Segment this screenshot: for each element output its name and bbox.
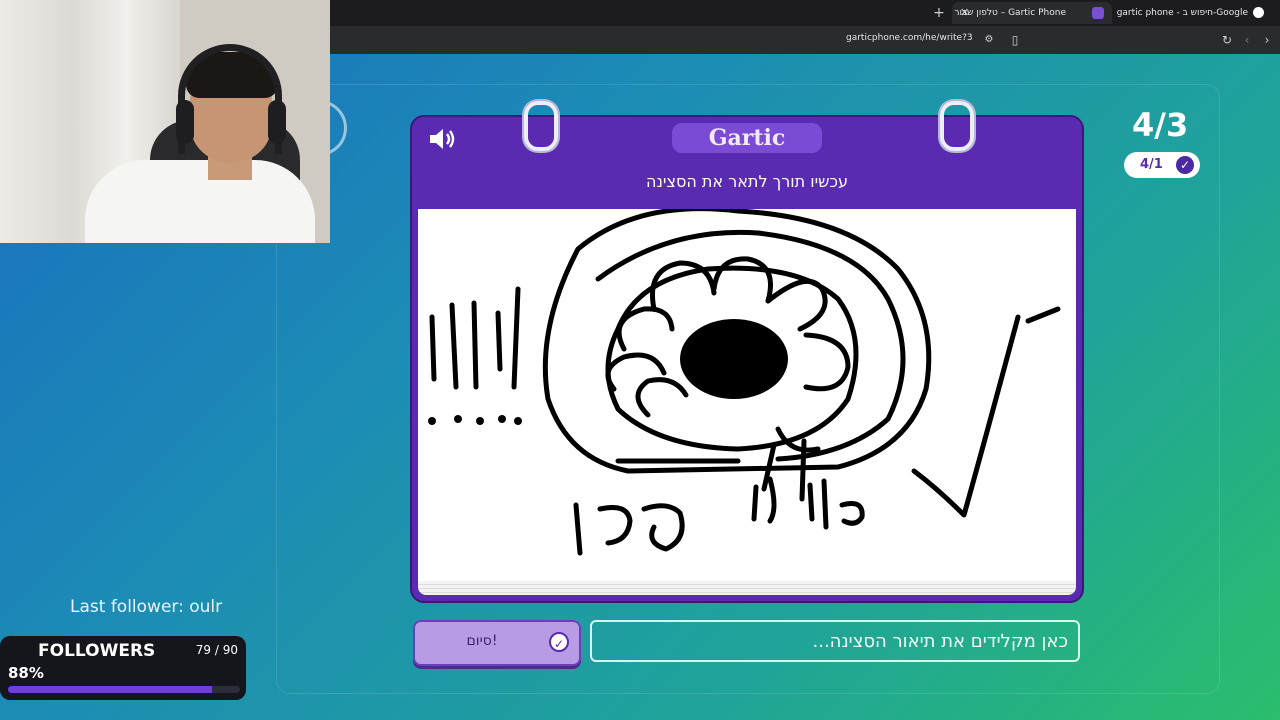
site-settings-icon[interactable]: ⚙	[982, 33, 996, 47]
notebook-page-edge	[418, 581, 1076, 595]
followers-count: 79 / 90	[195, 643, 238, 657]
tab-google-search[interactable]: gartic phone - חיפוש ב-Google	[1112, 2, 1272, 24]
tab-label: טלפון שבור – Gartic Phone	[954, 8, 1066, 18]
drawing	[428, 206, 1061, 556]
players-done-badge: 4/1 ✓	[1124, 152, 1200, 178]
tab-label: gartic phone - חיפוש ב-Google	[1116, 8, 1248, 18]
webcam-person	[85, 160, 315, 243]
game-card: Gartic עכשיו תורך לתאר את הסצינה	[410, 101, 1084, 603]
webcam-overlay	[0, 0, 330, 243]
binder-ring-right	[940, 101, 974, 151]
url-field[interactable]: garticphone.com/he/write?3	[846, 33, 973, 43]
players-done-text: 4/1	[1140, 157, 1163, 172]
earcup-right	[268, 100, 286, 144]
tab-gartic-phone[interactable]: ✕ טלפון שבור – Gartic Phone	[952, 2, 1112, 24]
check-icon: ✓	[1176, 156, 1194, 174]
card-header: Gartic עכשיו תורך לתאר את הסצינה	[412, 101, 1082, 209]
gartic-logo: Gartic	[672, 123, 822, 153]
prompt-text: עכשיו תורך לתאר את הסצינה	[646, 172, 848, 191]
google-icon	[1253, 7, 1264, 18]
followers-progress-fill	[8, 686, 213, 693]
followers-widget: FOLLOWERS 79 / 90 88%	[0, 636, 246, 700]
sound-icon[interactable]	[428, 127, 458, 151]
new-tab-button[interactable]: +	[932, 4, 946, 22]
earcup-left	[176, 100, 194, 144]
drawing-canvas	[418, 206, 1076, 581]
check-icon: ✓	[549, 632, 569, 652]
scene-description-input[interactable]	[590, 620, 1080, 662]
bookmark-icon[interactable]: ▯	[1008, 33, 1022, 47]
followers-progress-bar	[8, 686, 240, 693]
reload-icon[interactable]: ↻	[1220, 33, 1234, 47]
round-counter: 4/3	[1132, 106, 1189, 144]
last-follower-text: Last follower: oulr	[70, 597, 223, 617]
forward-icon[interactable]: ›	[1260, 33, 1274, 47]
done-button-label: סיום!	[466, 633, 498, 649]
followers-title: FOLLOWERS	[38, 641, 156, 661]
binder-ring-left	[524, 101, 558, 151]
followers-percent: 88%	[8, 664, 44, 682]
gartic-favicon-icon	[1092, 7, 1104, 19]
done-button[interactable]: סיום! ✓	[413, 620, 581, 666]
back-icon[interactable]: ‹	[1240, 33, 1254, 47]
